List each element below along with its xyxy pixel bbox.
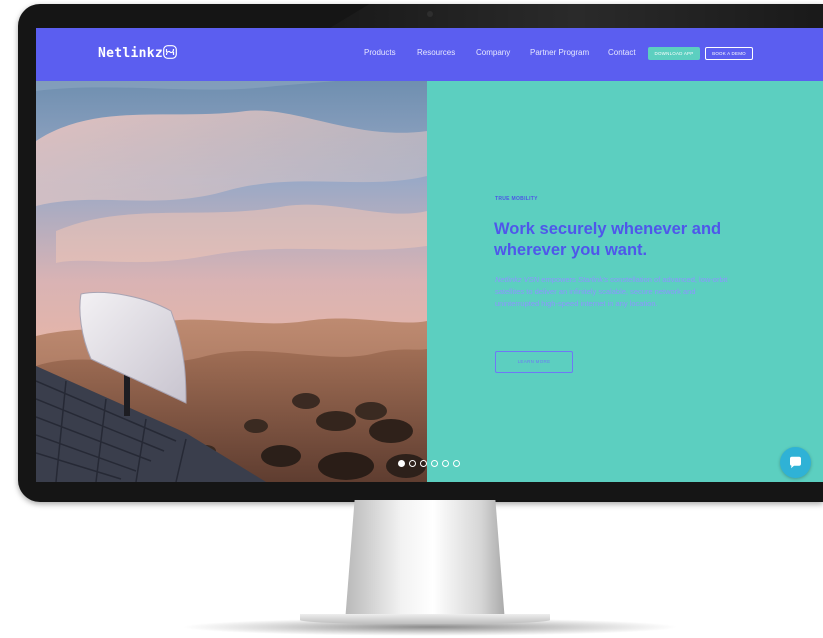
monitor-stand bbox=[345, 500, 505, 622]
carousel-dot-1[interactable] bbox=[398, 460, 405, 467]
carousel-dot-6[interactable] bbox=[453, 460, 460, 467]
nav-link-contact[interactable]: Contact bbox=[608, 48, 636, 57]
carousel-dots bbox=[398, 460, 460, 468]
carousel-dot-4[interactable] bbox=[431, 460, 438, 467]
netlinkz-logo-icon[interactable] bbox=[163, 45, 177, 59]
chat-widget-button[interactable] bbox=[780, 447, 811, 478]
monitor-stand-base bbox=[300, 614, 550, 624]
nav-link-products[interactable]: Products bbox=[364, 48, 396, 57]
nav-link-partner-program[interactable]: Partner Program bbox=[530, 48, 589, 57]
camera-dot bbox=[427, 11, 433, 17]
nav-link-resources[interactable]: Resources bbox=[417, 48, 455, 57]
carousel-dot-5[interactable] bbox=[442, 460, 449, 467]
brand-name-starlink: Starlink's bbox=[577, 275, 609, 284]
book-demo-button[interactable]: BOOK A DEMO bbox=[705, 47, 753, 60]
hero-body-copy: Netlinkz VSN empowers Starlink's constel… bbox=[495, 274, 740, 310]
carousel-dot-3[interactable] bbox=[420, 460, 427, 467]
brand-name-netlinkz-vsn: Netlinkz VSN bbox=[495, 275, 540, 284]
hero-headline: Work securely whenever and wherever you … bbox=[494, 220, 722, 259]
nav-link-company[interactable]: Company bbox=[476, 48, 510, 57]
hero-eyebrow: TRUE MOBILITY bbox=[495, 196, 538, 202]
download-app-button[interactable]: DOWNLOAD APP bbox=[648, 47, 700, 60]
learn-more-button[interactable]: LEARN MORE bbox=[495, 351, 573, 373]
carousel-dot-2[interactable] bbox=[409, 460, 416, 467]
hero-photo-starlink-dish bbox=[36, 81, 427, 482]
navbar: Netlinkz Products Resources Company Part… bbox=[36, 28, 823, 81]
screen-glare bbox=[330, 4, 823, 28]
chat-bubble-icon bbox=[790, 456, 801, 469]
brand-logo-text[interactable]: Netlinkz bbox=[98, 46, 163, 61]
website-screen: Netlinkz Products Resources Company Part… bbox=[36, 28, 823, 482]
body-text-part-1: empowers bbox=[539, 275, 578, 284]
